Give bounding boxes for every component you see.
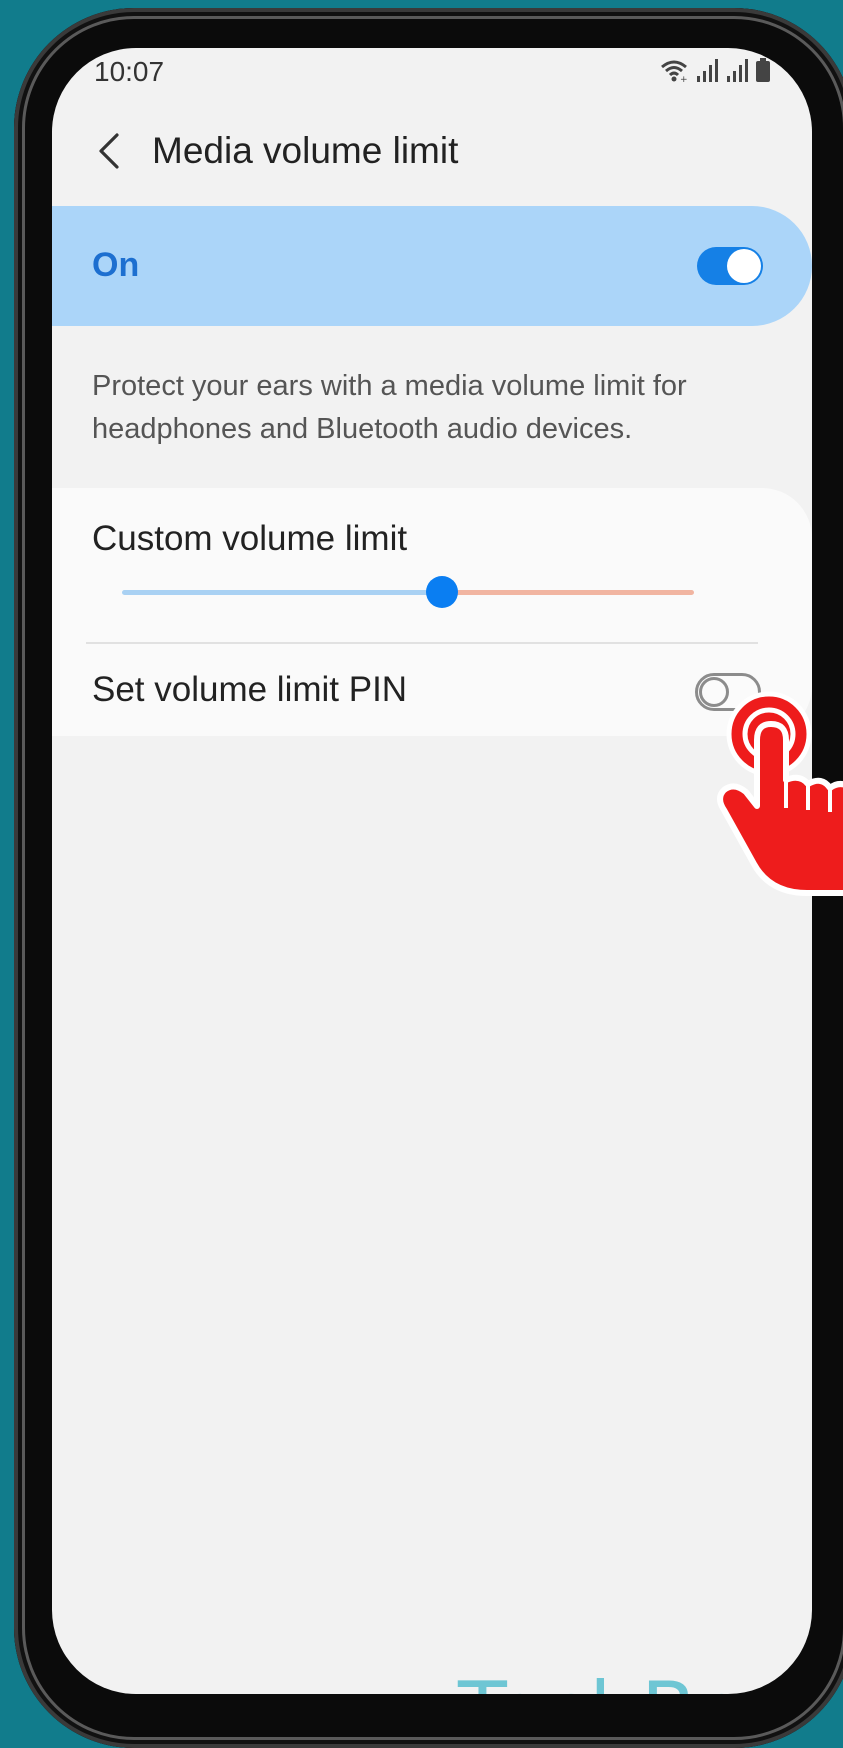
signal-icon: [697, 59, 718, 82]
phone-screen: 10:07 + Media volume limit On Protect yo…: [52, 48, 812, 1694]
app-bar: Media volume limit: [52, 118, 812, 188]
master-toggle[interactable]: [697, 247, 763, 285]
back-button[interactable]: [84, 126, 134, 176]
master-switch-label: On: [92, 246, 140, 284]
set-volume-limit-pin-label: Set volume limit PIN: [92, 670, 408, 709]
status-bar: 10:07 +: [94, 48, 770, 88]
status-icons: +: [660, 56, 770, 82]
settings-card: Custom volume limit Set volume limit PIN: [52, 488, 812, 736]
wifi-icon: +: [661, 60, 688, 82]
signal-icon: [727, 59, 748, 82]
battery-icon: [756, 58, 770, 82]
divider: [86, 642, 758, 644]
description-text: Protect your ears with a media volume li…: [92, 370, 687, 445]
tap-hand-icon: [717, 691, 843, 896]
master-switch-bar[interactable]: On: [52, 206, 812, 326]
page-title: Media volume limit: [152, 130, 459, 171]
slider-thumb[interactable]: [426, 576, 458, 608]
chevron-left-icon: [99, 133, 119, 169]
slider-track-filled: [122, 590, 442, 595]
watermark-text: TechBone: [458, 1665, 812, 1694]
svg-text:+: +: [680, 75, 688, 82]
slider-track-remaining: [442, 590, 694, 595]
status-time: 10:07: [94, 56, 165, 87]
volume-limit-slider[interactable]: [122, 575, 694, 609]
toggle-knob: [727, 249, 761, 283]
custom-volume-limit-label: Custom volume limit: [92, 519, 408, 558]
